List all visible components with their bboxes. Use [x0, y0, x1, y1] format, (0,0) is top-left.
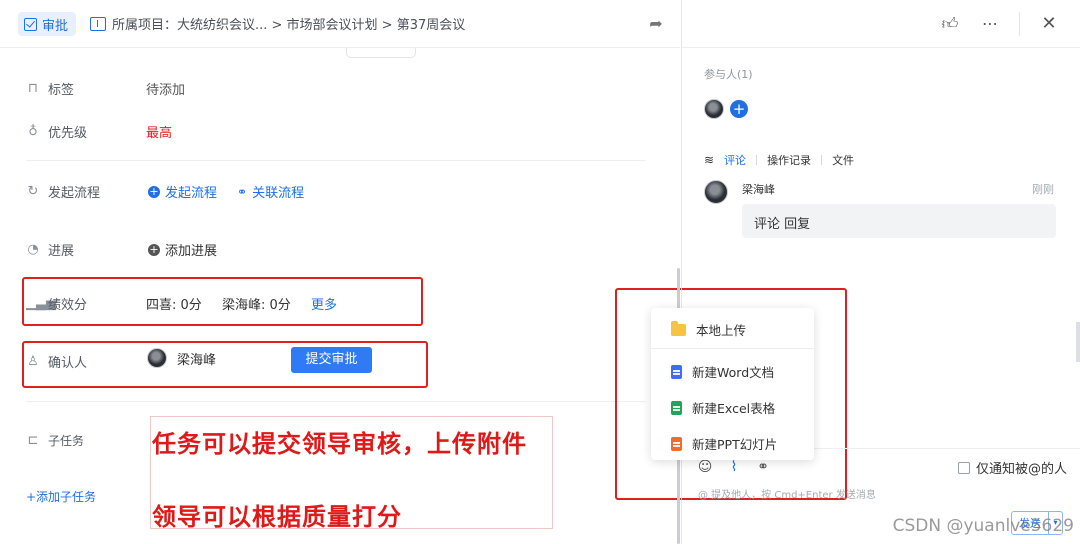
highlight-box-confirmer [22, 341, 428, 388]
priority-label: 优先级 [48, 126, 88, 141]
progress-row-label: ◔ 进展 [26, 240, 74, 259]
upload-menu: 本地上传 新建Word文档 新建Excel表格 新建PPT幻灯片 [651, 308, 814, 460]
avatar [704, 180, 728, 204]
notify-label: 仅通知被@的人 [976, 462, 1068, 477]
close-icon[interactable]: ✕ [1038, 13, 1060, 35]
task-header: 审批 所属项目：大统纺织会议... > 市场部会议计划 > 第37周会议 ➦ [0, 0, 680, 48]
comment-author: 梁海峰 [742, 183, 775, 196]
highlight-box-score [22, 277, 423, 326]
kanban-icon [90, 16, 106, 31]
start-flow-label: 发起流程 [165, 186, 218, 201]
window-edge-scroll [1076, 322, 1080, 362]
bookmark-icon: ⊓ [27, 80, 39, 96]
paperclip-icon[interactable]: ⌇ [725, 458, 743, 476]
comment-input[interactable]: @ 提及他人，按 Cmd+Enter 发送消息 [698, 486, 876, 501]
link-flow-button[interactable]: ⚭ 关联流程 [237, 182, 305, 202]
divider [26, 160, 646, 161]
add-participant-icon[interactable]: + [730, 100, 748, 118]
collapse-handle[interactable] [346, 48, 416, 58]
link-icon: ⚭ [237, 184, 248, 199]
approval-badge[interactable]: 审批 [18, 12, 77, 36]
watermark: CSDN @yuanlve5629 [892, 516, 1074, 536]
menu-item-label: 本地上传 [696, 323, 747, 338]
cycle-icon: ↻ [27, 183, 39, 199]
ppt-slide-icon [671, 436, 682, 451]
emoji-icon[interactable]: ☺ [696, 458, 714, 476]
avatar[interactable] [704, 99, 724, 119]
tag-row-label: ⊓ 标签 [26, 79, 74, 98]
plus-circle-icon: + [148, 242, 160, 256]
notify-mentioned-only[interactable]: 仅通知被@的人 [958, 458, 1067, 477]
right-panel-header: 👍︎ ⋯ ✕ [682, 0, 1080, 48]
add-subtask-button[interactable]: +添加子任务 [26, 488, 96, 505]
notify-checkbox[interactable] [958, 461, 970, 474]
subtask-label: 子任务 [48, 434, 85, 448]
task-detail-window: 审批 所属项目：大统纺织会议... > 市场部会议计划 > 第37周会议 ➦ ⊓… [0, 0, 1080, 544]
divider [756, 155, 758, 165]
thumbs-up-icon[interactable]: 👍︎ [939, 13, 961, 35]
right-panel: 👍︎ ⋯ ✕ 参与人(1) + ≋ 评论 操作记录 文件 梁海峰 刚刚 评论 回… [681, 0, 1080, 544]
priority-row-label: ♁ 优先级 [26, 122, 87, 141]
breadcrumb[interactable]: 所属项目：大统纺织会议... > 市场部会议计划 > 第37周会议 [90, 14, 465, 33]
menu-item-new-excel[interactable]: 新建Excel表格 [671, 398, 775, 417]
tab-activity-log[interactable]: 操作记录 [767, 152, 811, 168]
excel-sheet-icon [671, 400, 682, 415]
menu-item-new-ppt[interactable]: 新建PPT幻灯片 [671, 434, 777, 453]
approval-badge-label: 审批 [42, 18, 69, 34]
tag-label: 标签 [48, 83, 75, 98]
divider [26, 401, 646, 402]
tab-comments[interactable]: 评论 [724, 152, 746, 168]
menu-item-label: 新建Word文档 [692, 365, 775, 380]
add-progress-button[interactable]: + 添加进展 [148, 240, 217, 259]
layers-icon: ≋ [704, 153, 715, 167]
folder-icon [671, 320, 686, 336]
comment-time: 刚刚 [1032, 183, 1054, 196]
plus-circle-icon: + [148, 184, 160, 198]
participants-list: + [704, 99, 748, 119]
tab-files[interactable]: 文件 [832, 152, 854, 168]
subtask-row-label: ⊏ 子任务 [26, 432, 84, 449]
lightbulb-icon: ♁ [28, 123, 38, 139]
priority-value[interactable]: 最高 [146, 122, 172, 141]
menu-item-label: 新建PPT幻灯片 [692, 437, 778, 452]
share-icon[interactable]: ➦ [644, 12, 668, 36]
breadcrumb-text[interactable]: 所属项目：大统纺织会议... > 市场部会议计划 > 第37周会议 [112, 14, 465, 33]
menu-item-new-word[interactable]: 新建Word文档 [671, 362, 774, 381]
menu-item-local-upload[interactable]: 本地上传 [671, 320, 746, 339]
more-icon[interactable]: ⋯ [979, 13, 1001, 35]
divider [1019, 12, 1020, 36]
divider [651, 348, 814, 349]
add-progress-label: 添加进展 [165, 244, 218, 259]
flow-row-label: ↻ 发起流程 [26, 182, 100, 201]
link-flow-label: 关联流程 [252, 186, 305, 201]
flow-label: 发起流程 [48, 186, 101, 201]
start-flow-button[interactable]: + 发起流程 [148, 182, 217, 201]
annotation-line-2: 领导可以根据质量打分 [152, 503, 402, 531]
divider [821, 155, 823, 165]
participants-label: 参与人(1) [704, 68, 753, 81]
subtask-icon: ⊏ [27, 432, 39, 448]
clock-icon: ◔ [27, 241, 39, 257]
menu-item-label: 新建Excel表格 [692, 401, 776, 416]
progress-label: 进展 [48, 244, 75, 259]
checkbox-icon [24, 17, 37, 31]
activity-tabs: ≋ 评论 操作记录 文件 [704, 152, 854, 168]
word-doc-icon [671, 364, 682, 379]
annotation-line-1: 任务可以提交领导审核，上传附件 [152, 430, 527, 458]
comment-bubble: 评论 回复 [742, 204, 1056, 238]
tag-value[interactable]: 待添加 [146, 79, 185, 98]
link-icon[interactable]: ⚭ [754, 458, 772, 476]
